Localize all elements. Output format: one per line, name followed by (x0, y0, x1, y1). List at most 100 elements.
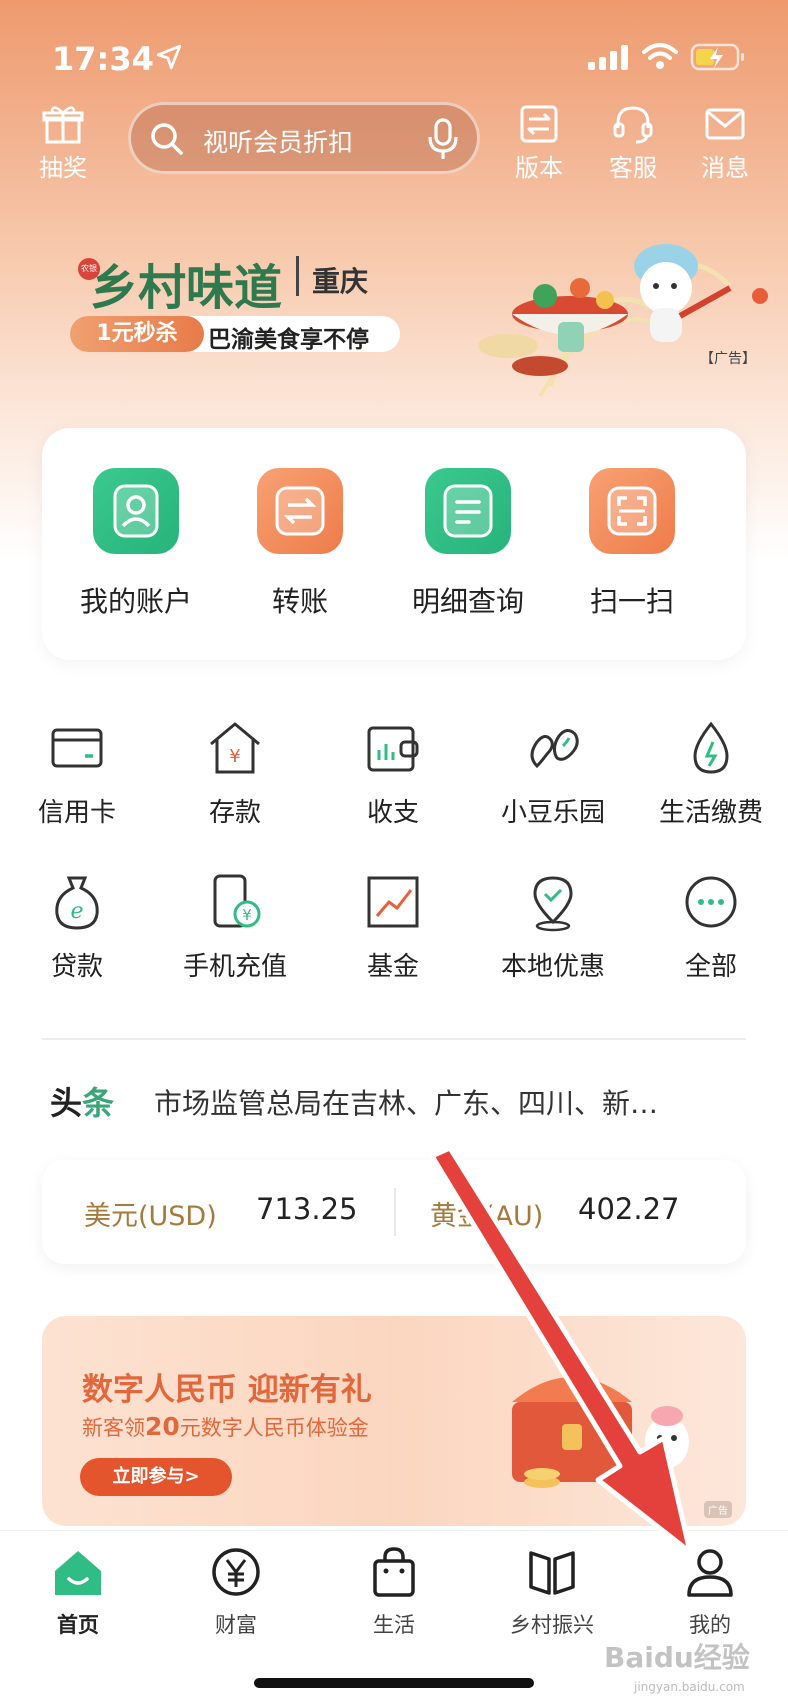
yen-icon (212, 1548, 260, 1596)
banner-subtitle: 巴渝美食享不停 (208, 327, 369, 353)
fund-icon (367, 876, 419, 928)
service-label: 信用卡 (37, 798, 116, 828)
quick-action-label: 扫一扫 (589, 585, 674, 618)
loan-icon: e (55, 876, 99, 930)
banner-city: 重庆 (312, 265, 369, 298)
quick-action-label: 转账 (271, 585, 328, 618)
credit-card-icon (51, 728, 103, 768)
service-label: 小豆乐园 (500, 798, 605, 828)
usd-label: 美元(USD) (84, 1201, 217, 1232)
baidu-watermark: Baidu经验 (604, 1641, 750, 1674)
promo-banner-digital-rmb[interactable]: 数字人民币 迎新有礼 新客领20元数字人民币体验金 立即参与> 广告 (42, 1316, 746, 1526)
quick-action-transfer[interactable]: 转账 (220, 468, 380, 620)
service-label: 全部 (684, 952, 737, 982)
lottery-label: 抽奖 (39, 154, 87, 182)
section-divider (42, 1038, 746, 1040)
service-utility-payment[interactable]: 生活缴费 (636, 718, 786, 829)
microphone-icon[interactable] (425, 117, 461, 161)
status-bar: 17:34 (0, 36, 788, 86)
utility-icon (693, 721, 729, 774)
banner-ad-label: 【广告】 (700, 351, 756, 367)
service-loan[interactable]: e 贷款 (2, 872, 152, 983)
version-button[interactable]: 版本 (504, 104, 574, 184)
phone-topup-icon: ¥ (213, 874, 261, 928)
tab-life[interactable]: 生活 (324, 1545, 464, 1639)
customer-service-button[interactable]: 客服 (598, 104, 668, 184)
service-all[interactable]: 全部 (636, 872, 786, 983)
more-icon (685, 876, 737, 928)
service-income-expense[interactable]: 收支 (318, 718, 468, 829)
promo-join-button[interactable]: 立即参与> (80, 1458, 232, 1496)
promo-subtitle: 新客领20元数字人民币体验金 (82, 1412, 369, 1442)
banner-flash-sale-tag: 1元秒杀 (70, 316, 204, 352)
service-deposit[interactable]: ¥ 存款 (160, 718, 310, 829)
headline-tag-a: 头 (50, 1084, 83, 1122)
exchange-rates-card[interactable]: 美元(USD) 713.25 黄金(AU) 402.27 (42, 1160, 746, 1264)
tab-label: 生活 (373, 1613, 415, 1637)
svg-text:¥: ¥ (242, 906, 252, 924)
version-switch-icon (520, 105, 558, 143)
search-bar[interactable]: 视听会员折扣 (128, 102, 480, 174)
quick-action-label: 我的账户 (79, 585, 192, 618)
search-icon (151, 123, 183, 155)
service-label: 基金 (366, 952, 419, 982)
treasure-chest-illustration (512, 1377, 689, 1488)
tab-label: 首页 (57, 1613, 99, 1637)
service-fund[interactable]: 基金 (318, 872, 468, 983)
service-label: 贷款 (50, 952, 103, 982)
tab-home[interactable]: 首页 (8, 1545, 148, 1639)
wallet-icon (367, 726, 419, 772)
home-indicator (254, 1678, 534, 1688)
service-label: 存款 (208, 798, 261, 828)
tab-label: 乡村振兴 (510, 1613, 594, 1637)
promo-sub-post: 元数字人民币体验金 (179, 1416, 369, 1440)
banner-title: 乡村味道 (90, 260, 283, 316)
home-icon (55, 1551, 101, 1595)
noodle-bowl-mascot-illustration (478, 244, 768, 398)
tab-wealth[interactable]: 财富 (166, 1545, 306, 1639)
location-icon (533, 876, 573, 932)
status-time: 17:34 (52, 40, 154, 78)
headline-text[interactable]: 市场监管总局在吉林、广东、四川、新… (154, 1082, 744, 1122)
account-icon (93, 468, 179, 554)
gold-label: 黄金(AU) (430, 1201, 544, 1232)
service-beans-park[interactable]: 小豆乐园 (478, 718, 628, 829)
quick-action-label: 明细查询 (411, 585, 524, 618)
gift-icon (42, 106, 84, 144)
beans-icon (530, 729, 579, 769)
service-phone-topup[interactable]: ¥ 手机充值 (160, 872, 310, 983)
quick-actions-card: 我的账户 转账 明细查询 扫一扫 (42, 428, 746, 660)
promo-title: 数字人民币 迎新有礼 (82, 1372, 372, 1408)
lottery-button[interactable]: 抽奖 (28, 104, 98, 184)
service-label: 手机充值 (182, 952, 287, 982)
quick-action-scan[interactable]: 扫一扫 (552, 468, 712, 620)
tab-label: 我的 (689, 1613, 731, 1637)
baidu-watermark-url: jingyan.baidu.com (634, 1680, 745, 1694)
service-credit-card[interactable]: 信用卡 (2, 718, 152, 829)
svg-text:e: e (70, 899, 83, 924)
cellular-signal-icon (588, 45, 628, 70)
transfer-icon (257, 468, 343, 554)
gold-value: 402.27 (578, 1192, 680, 1226)
headline-tag-b: 条 (82, 1084, 115, 1122)
location-arrow-icon (156, 44, 182, 70)
usd-value: 713.25 (256, 1192, 358, 1226)
tab-label: 财富 (215, 1613, 257, 1637)
promo-banner-rural-flavor[interactable]: 农银 乡村味道 重庆 1元秒杀 巴渝美食享不停 【广告】 (0, 196, 788, 426)
service-local-deals[interactable]: 本地优惠 (478, 872, 628, 983)
envelope-icon (705, 108, 745, 140)
customer-service-label: 客服 (609, 154, 657, 182)
service-label: 收支 (366, 798, 419, 828)
service-label: 本地优惠 (500, 952, 605, 982)
book-icon (529, 1551, 575, 1595)
quick-action-details[interactable]: 明细查询 (388, 468, 548, 620)
quick-action-my-account[interactable]: 我的账户 (56, 468, 216, 620)
wifi-icon (642, 43, 678, 69)
messages-button[interactable]: 消息 (690, 104, 760, 184)
tab-mine[interactable]: 我的 (640, 1545, 780, 1639)
version-label: 版本 (515, 154, 563, 182)
promo-sub-amount: 20 (145, 1412, 180, 1441)
rate-divider (394, 1188, 396, 1236)
tab-rural-revitalization[interactable]: 乡村振兴 (482, 1545, 622, 1639)
battery-charging-icon (690, 43, 744, 71)
